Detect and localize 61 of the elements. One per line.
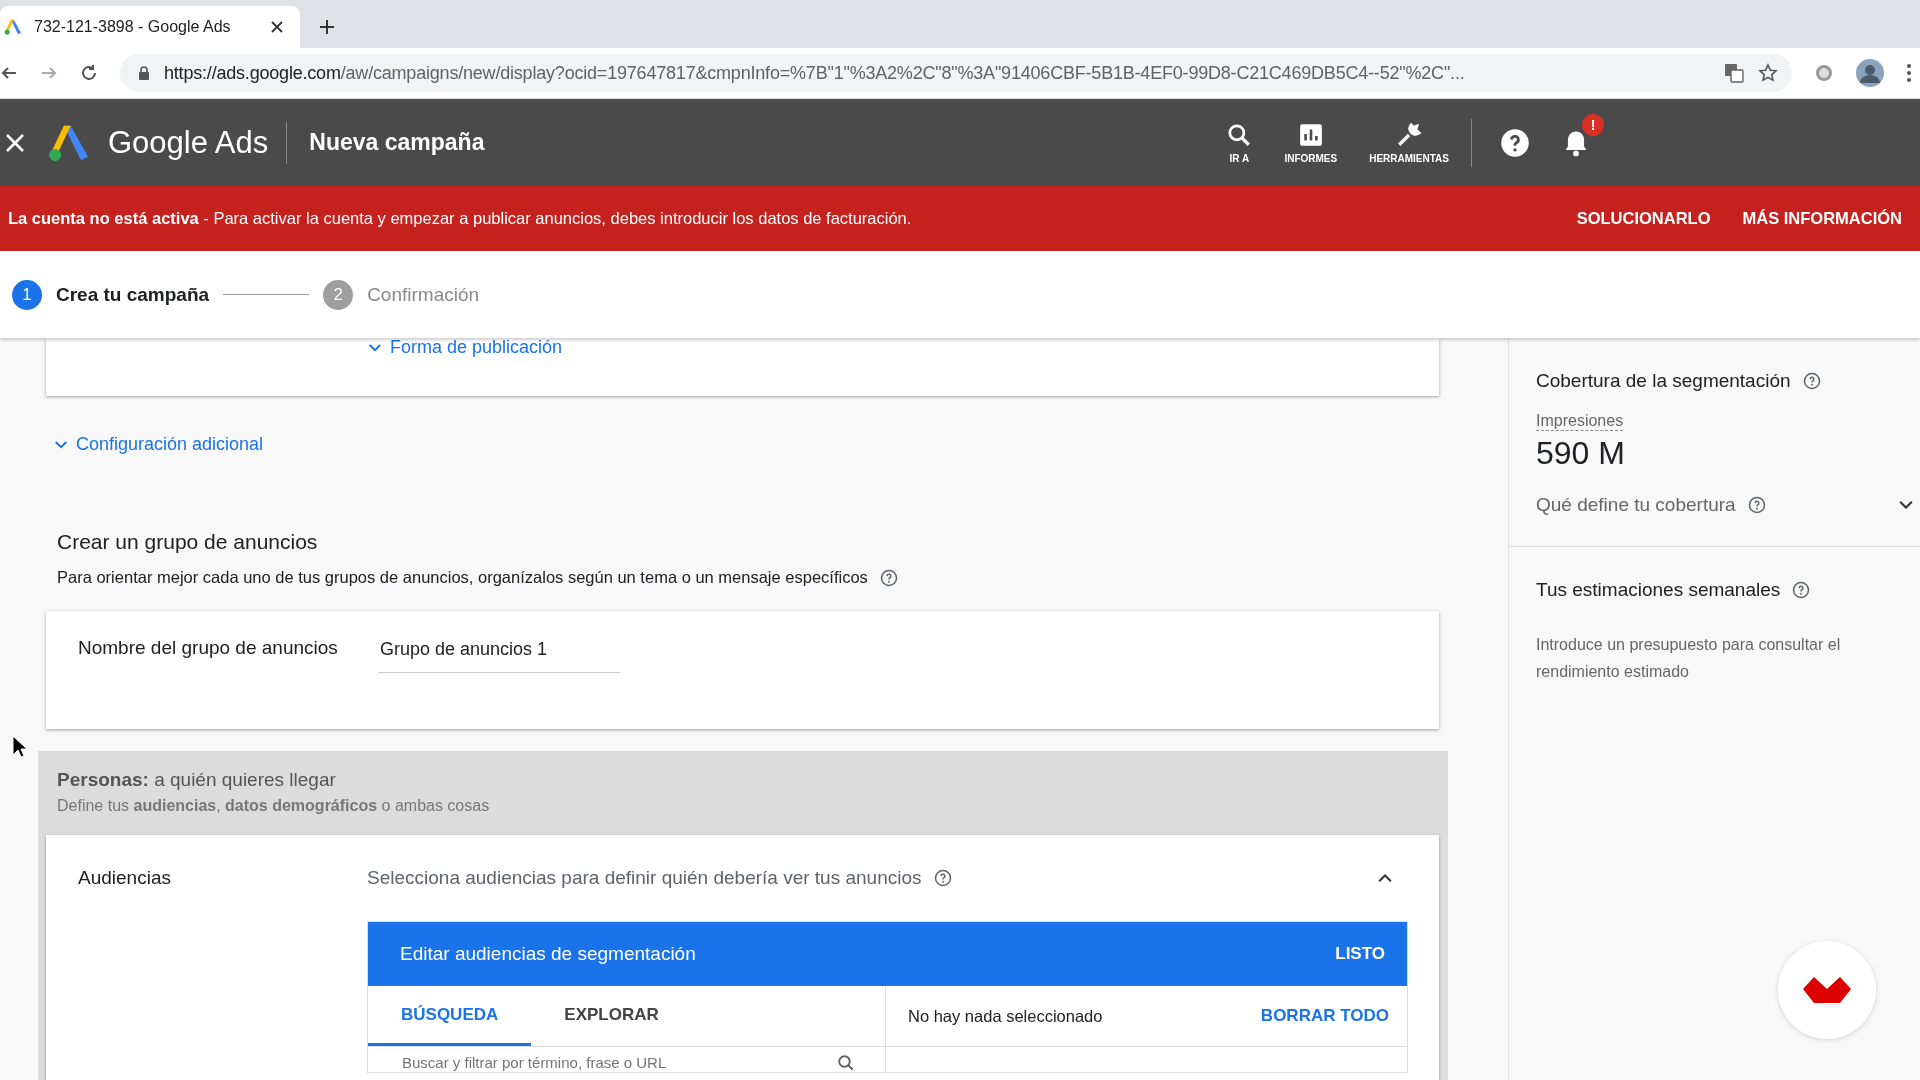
editor-title: Editar audiencias de segmentación: [400, 943, 696, 965]
metric-value: 590 M: [1536, 435, 1626, 472]
search-icon: [1226, 121, 1253, 148]
section-description: Selecciona audiencias para definir quién debería ver tus anuncios: [367, 867, 922, 889]
step-number: 1: [12, 279, 42, 310]
bar-chart-icon: [1297, 121, 1324, 148]
step-label[interactable]: Confirmación: [367, 283, 480, 306]
help-icon[interactable]: [879, 568, 898, 587]
browser-tab[interactable]: 732-121-3898 - Google Ads: [0, 6, 300, 48]
done-button[interactable]: LISTO: [1335, 944, 1385, 964]
alert-link[interactable]: SOLUCIONARLO: [1576, 209, 1711, 228]
panel-text: Introduce un presupuesto para consultar el rendimiento estimado: [1536, 635, 1842, 682]
star-icon[interactable]: [1758, 63, 1778, 83]
expand-link[interactable]: Configuración adicional: [52, 434, 264, 455]
help-icon[interactable]: [1747, 496, 1766, 514]
panel-subtitle: Qué define tu cobertura: [1536, 494, 1736, 516]
step-label[interactable]: Crea tu campaña: [56, 283, 210, 306]
wrench-icon: [1396, 121, 1423, 148]
panel-title: Tus estimaciones semanales: [1536, 579, 1781, 601]
alert-link[interactable]: MÁS INFORMACIÓN: [1742, 209, 1902, 228]
field-label: Nombre del grupo de anuncios: [78, 637, 339, 659]
header-button[interactable]: INFORMES: [1284, 121, 1338, 164]
page-title: Nueva campaña: [309, 129, 485, 156]
close-icon[interactable]: [4, 131, 26, 154]
metric-label[interactable]: Impresiones: [1536, 412, 1624, 431]
expand-link[interactable]: Forma de publicación: [366, 337, 563, 358]
header-button[interactable]: IR A: [1226, 121, 1253, 164]
section-description: Define tus audiencias, datos demográficos o ambas cosas: [57, 797, 491, 815]
step-number: 2: [323, 279, 354, 310]
close-icon[interactable]: [270, 20, 284, 34]
ads-logo-icon: [48, 123, 90, 162]
field-label: Audiencias: [78, 867, 172, 889]
help-icon[interactable]: [1802, 372, 1821, 390]
address-field[interactable]: https://ads.google.com/aw/campaigns/new/display?ocid=197647817&cmpnInfo=%7B"1"%3A2%2C"8"%3A"91406CBF-5B1B-4EF0-99D8-C21C469DB5C4--52"%2C"...: [120, 54, 1792, 92]
new-tab-icon[interactable]: [318, 18, 336, 36]
avatar-icon[interactable]: [1856, 59, 1884, 87]
product-name: Google Ads: [108, 124, 269, 161]
lock-icon: [138, 66, 150, 80]
search-field[interactable]: Buscar y filtrar por término, frase o URL: [400, 1053, 837, 1072]
section-title: Personas: a quién quieres llegar: [57, 769, 337, 791]
selection-status: No hay nada seleccionado: [908, 1006, 1103, 1026]
tab-title: 732-121-3898 - Google Ads: [34, 18, 232, 36]
cursor-icon: [12, 735, 28, 759]
url-text: https://ads.google.com/aw/campaigns/new/display?ocid=197647817&cmpnInfo=%7B"1"%3A2%2C"8"%3A"91406CBF-5B1B-4EF0-99D8-C21C469DB5C4--52"%2C"...: [164, 62, 1466, 84]
help-icon[interactable]: [1500, 127, 1530, 158]
search-icon: [837, 1053, 855, 1072]
help-icon[interactable]: [1792, 581, 1811, 599]
alert-message: La cuenta no está activa - Para activar la cuenta y empezar a publicar anuncios, debes introducir los datos de facturación.: [8, 209, 912, 228]
clear-all-button[interactable]: BORRAR TODO: [1260, 1006, 1389, 1026]
notification-badge: !: [1582, 113, 1604, 136]
help-icon[interactable]: [933, 869, 952, 887]
tab[interactable]: BÚSQUEDA: [368, 986, 532, 1046]
ads-logo-icon: [4, 19, 22, 35]
more-icon[interactable]: [1906, 63, 1912, 83]
panel-title: Cobertura de la segmentación: [1536, 370, 1791, 392]
section-title: Crear un grupo de anuncios: [57, 530, 319, 554]
translate-icon[interactable]: [1724, 63, 1744, 83]
section-description: Para orientar mejor cada uno de tus grupos de anuncios, organízalos según un tema o un mensaje específicos: [57, 568, 868, 587]
header-button[interactable]: HERRAMIENTAS: [1369, 121, 1449, 164]
tab[interactable]: EXPLORAR: [531, 986, 692, 1046]
reload-icon[interactable]: [80, 64, 98, 82]
